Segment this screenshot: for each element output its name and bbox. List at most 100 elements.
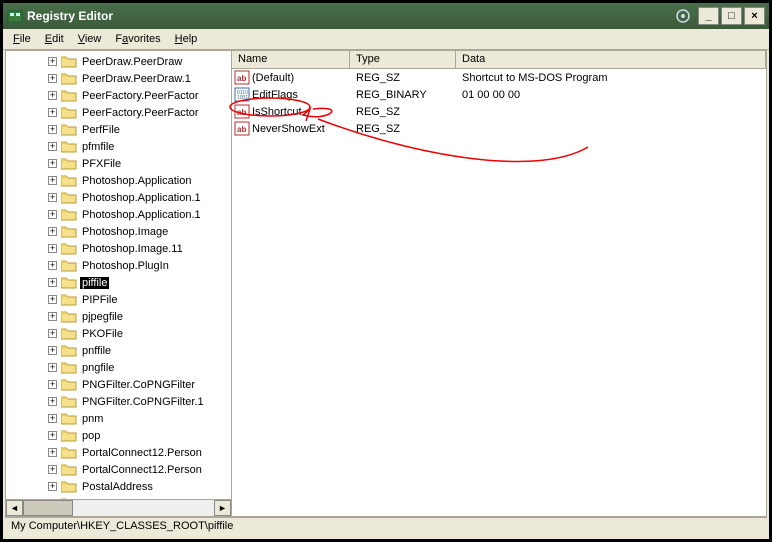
expand-icon[interactable]: +: [48, 346, 57, 355]
tree-item[interactable]: +Photoshop.Image.11: [8, 240, 231, 257]
tree-item-label: Photoshop.PlugIn: [80, 260, 171, 272]
menu-help[interactable]: Help: [169, 31, 204, 47]
tree-item-label: Photoshop.Image: [80, 226, 170, 238]
expand-icon[interactable]: +: [48, 312, 57, 321]
expand-icon[interactable]: +: [48, 414, 57, 423]
tree-item[interactable]: +piffile: [8, 274, 231, 291]
menu-favorites[interactable]: Favorites: [109, 31, 166, 47]
tree-item-label: PNGFilter.CoPNGFilter: [80, 379, 197, 391]
value-data: 01 00 00 00: [456, 89, 766, 101]
tree-item[interactable]: +PeerFactory.PeerFactor: [8, 104, 231, 121]
column-header-type[interactable]: Type: [350, 51, 456, 68]
column-header-name[interactable]: Name: [232, 51, 350, 68]
expand-icon[interactable]: +: [48, 295, 57, 304]
column-header-data[interactable]: Data: [456, 51, 766, 68]
expand-icon[interactable]: +: [48, 142, 57, 151]
close-button[interactable]: ×: [744, 7, 765, 25]
expand-icon[interactable]: +: [48, 278, 57, 287]
tree-item[interactable]: + pnffile: [8, 342, 231, 359]
expand-icon[interactable]: +: [48, 159, 57, 168]
tree-item[interactable]: +PortalConnect12.Person: [8, 461, 231, 478]
tree-item[interactable]: +PeerDraw.PeerDraw.1: [8, 70, 231, 87]
scroll-left-button[interactable]: ◄: [6, 500, 23, 516]
tree-item[interactable]: +PKOFile: [8, 325, 231, 342]
folder-icon: [61, 429, 77, 442]
expand-icon[interactable]: +: [48, 125, 57, 134]
expand-icon[interactable]: +: [48, 176, 57, 185]
expand-icon[interactable]: +: [48, 108, 57, 117]
maximize-button[interactable]: □: [721, 7, 742, 25]
tree-item[interactable]: +PIPFile: [8, 291, 231, 308]
expand-icon[interactable]: +: [48, 210, 57, 219]
tree-item[interactable]: +PeerDraw.PeerDraw: [8, 53, 231, 70]
tree-scroll[interactable]: +PeerDraw.PeerDraw+PeerDraw.PeerDraw.1+P…: [6, 51, 231, 499]
expand-icon[interactable]: +: [48, 57, 57, 66]
tree-item[interactable]: + PNGFilter.CoPNGFilter: [8, 376, 231, 393]
expand-icon[interactable]: +: [48, 244, 57, 253]
expand-icon[interactable]: +: [48, 465, 57, 474]
tree-item[interactable]: + Photoshop.PlugIn: [8, 257, 231, 274]
tree-item[interactable]: +PostalAddress: [8, 478, 231, 495]
tree-item-label: pnm: [80, 413, 105, 425]
folder-icon: [61, 378, 77, 391]
menu-view[interactable]: View: [72, 31, 108, 47]
tree-item[interactable]: +Photoshop.Application.1: [8, 206, 231, 223]
list-row[interactable]: abNeverShowExtREG_SZ: [232, 120, 766, 137]
value-type: REG_SZ: [350, 123, 456, 135]
tree-item[interactable]: + Photoshop.Application.1: [8, 189, 231, 206]
tree-item-label: PeerFactory.PeerFactor: [80, 90, 201, 102]
svg-text:ab: ab: [237, 74, 246, 83]
tree-item-label: Photoshop.Application.1: [80, 192, 203, 204]
folder-icon: [61, 497, 77, 499]
tree-item[interactable]: +Photoshop.Application: [8, 172, 231, 189]
expand-icon[interactable]: +: [48, 448, 57, 457]
tree-item[interactable]: + pnm: [8, 410, 231, 427]
tree-item[interactable]: +PortalConnect12.Person: [8, 444, 231, 461]
client-area: +PeerDraw.PeerDraw+PeerDraw.PeerDraw.1+P…: [5, 50, 767, 517]
tree-item[interactable]: +pjpegfile: [8, 308, 231, 325]
list-row[interactable]: abIsShortcutREG_SZ: [232, 103, 766, 120]
tree-item[interactable]: +pop: [8, 427, 231, 444]
expand-icon[interactable]: +: [48, 397, 57, 406]
folder-icon: [61, 259, 77, 272]
value-name: NeverShowExt: [252, 123, 325, 135]
expand-icon[interactable]: +: [48, 193, 57, 202]
scroll-track[interactable]: [73, 500, 214, 516]
menu-edit[interactable]: Edit: [39, 31, 70, 47]
list-body[interactable]: ab(Default)REG_SZShortcut to MS-DOS Prog…: [232, 69, 766, 516]
expand-icon[interactable]: +: [48, 431, 57, 440]
menu-file[interactable]: File: [7, 31, 37, 47]
list-row[interactable]: ab(Default)REG_SZShortcut to MS-DOS Prog…: [232, 69, 766, 86]
tree-item[interactable]: +PFXFile: [8, 155, 231, 172]
expand-icon[interactable]: +: [48, 482, 57, 491]
tree-item[interactable]: +PerfFile: [8, 121, 231, 138]
folder-icon: [61, 191, 77, 204]
tree-item[interactable]: +pfmfile: [8, 138, 231, 155]
list-row[interactable]: 01101001EditFlagsREG_BINARY01 00 00 00: [232, 86, 766, 103]
folder-icon: [61, 72, 77, 85]
expand-icon[interactable]: +: [48, 380, 57, 389]
expand-icon[interactable]: +: [48, 261, 57, 270]
expand-icon[interactable]: +: [48, 91, 57, 100]
expand-icon[interactable]: +: [48, 74, 57, 83]
folder-icon: [61, 361, 77, 374]
expand-icon[interactable]: +: [48, 363, 57, 372]
tree-item-label: pnffile: [80, 345, 113, 357]
folder-icon: [61, 344, 77, 357]
minimize-button[interactable]: _: [698, 7, 719, 25]
expand-icon[interactable]: +: [48, 329, 57, 338]
tree-item[interactable]: +pngfile: [8, 359, 231, 376]
minimize-icon: _: [705, 10, 711, 22]
window-title: Registry Editor: [27, 9, 674, 23]
tree-item[interactable]: + Photoshop.Image: [8, 223, 231, 240]
tree-item[interactable]: +PowerPoint.Addin: [8, 495, 231, 499]
tree-item[interactable]: + PeerFactory.PeerFactor: [8, 87, 231, 104]
scroll-right-button[interactable]: ►: [214, 500, 231, 516]
scroll-thumb[interactable]: [23, 500, 73, 516]
folder-icon: [61, 157, 77, 170]
titlebar[interactable]: Registry Editor _ □ ×: [3, 3, 769, 29]
registry-tree: +PeerDraw.PeerDraw+PeerDraw.PeerDraw.1+P…: [6, 51, 231, 499]
tree-item[interactable]: +PNGFilter.CoPNGFilter.1: [8, 393, 231, 410]
expand-icon[interactable]: +: [48, 227, 57, 236]
tree-hscrollbar[interactable]: ◄ ►: [6, 499, 231, 516]
